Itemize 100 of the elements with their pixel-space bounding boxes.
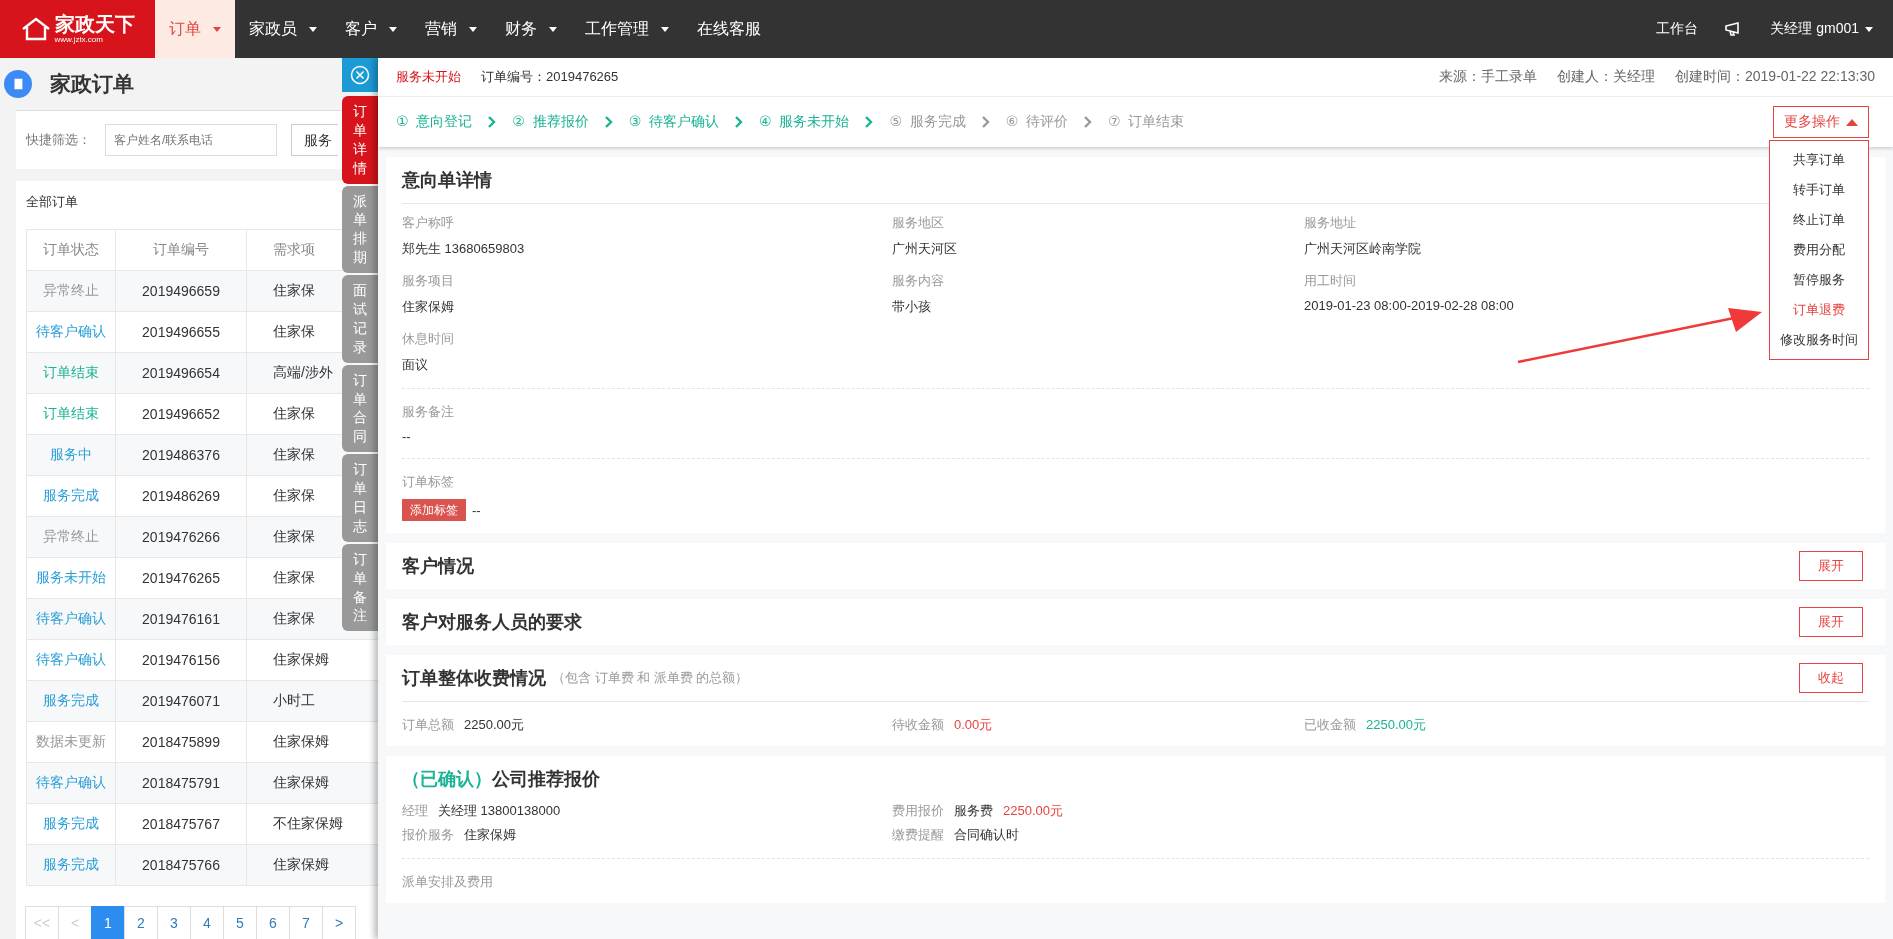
menu-item[interactable]: 转手订单 [1770, 175, 1868, 205]
nav-menu-item[interactable]: 客户 [331, 0, 411, 58]
page-link[interactable]: > [322, 906, 356, 939]
service-select[interactable]: 服务 [291, 124, 338, 156]
quote-label: 缴费提醒 [892, 826, 944, 844]
progress-step: ⑦ 订单结束 [1108, 113, 1185, 131]
status-cell[interactable]: 待客户确认 [26, 762, 116, 804]
search-field[interactable]: 客户姓名/联系电话 [105, 124, 277, 156]
add-tag-button[interactable]: 添加标签 [402, 499, 466, 521]
logo[interactable]: 家政天下 www.jztx.com [0, 0, 155, 58]
status-cell[interactable]: 服务中 [26, 434, 116, 476]
nav-menu-item[interactable]: 在线客服 [683, 0, 775, 58]
field-label: 订单标签 [402, 473, 454, 491]
progress-step: ⑤ 服务完成 [889, 113, 966, 131]
status-cell[interactable]: 待客户确认 [26, 639, 116, 681]
side-tab[interactable]: 订单日志 [342, 454, 378, 542]
side-tab[interactable]: 订单备注 [342, 543, 378, 632]
more-actions-button[interactable]: 更多操作 [1773, 106, 1869, 138]
side-tab[interactable]: 订单合同 [342, 364, 378, 453]
table-cell: 2019496659 [115, 270, 247, 312]
status-cell[interactable]: 异常终止 [26, 516, 116, 558]
field-label: 服务项目 [402, 272, 454, 290]
field-label: 服务地区 [892, 214, 944, 232]
section-title: 客户情况 [402, 555, 474, 578]
field-value: 广州天河区 [892, 240, 957, 258]
progress-step: ① 意向登记 [396, 113, 473, 131]
section-title: 客户对服务人员的要求 [402, 611, 582, 634]
quote-value-prefix: 服务费 [954, 802, 993, 820]
logo-url: www.jztx.com [54, 35, 104, 45]
table-cell: 2018475767 [115, 803, 247, 845]
field-label: 用工时间 [1304, 272, 1356, 290]
side-tab[interactable]: 订单详情 [342, 96, 378, 184]
nav-menu-item[interactable]: 营销 [411, 0, 491, 58]
expand-button[interactable]: 展开 [1799, 607, 1863, 637]
page-link[interactable]: 1 [91, 906, 125, 939]
nav-menu-item[interactable]: 家政员 [235, 0, 331, 58]
order-number: 订单编号：2019476265 [481, 68, 619, 86]
chevron-icon [488, 116, 497, 128]
menu-item[interactable]: 共享订单 [1770, 145, 1868, 175]
quote-value: 关经理 13800138000 [438, 802, 561, 820]
field-label: 服务内容 [892, 272, 944, 290]
field-value: 郑先生 13680659803 [402, 240, 525, 258]
table-cell: 2019496652 [115, 393, 247, 435]
amount-label: 待收金额 [892, 716, 944, 734]
quote-label: 费用报价 [892, 802, 944, 820]
table-cell: 2019476156 [115, 639, 247, 681]
menu-item[interactable]: 费用分配 [1770, 235, 1868, 265]
field-value: 面议 [402, 356, 428, 374]
progress-step: ③ 待客户确认 [628, 113, 720, 131]
page-link[interactable]: 2 [124, 906, 158, 939]
table-cell: 2019496654 [115, 352, 247, 394]
status-cell[interactable]: 服务未开始 [26, 557, 116, 599]
side-tab[interactable]: 面试记录 [342, 275, 378, 363]
nav-menu-item[interactable]: 财务 [491, 0, 571, 58]
progress-step: ④ 服务未开始 [759, 113, 850, 131]
status-cell[interactable]: 待客户确认 [26, 311, 116, 353]
collapse-button[interactable]: 收起 [1799, 663, 1863, 693]
table-cell: 2019496655 [115, 311, 247, 353]
status-cell[interactable]: 待客户确认 [26, 598, 116, 640]
menu-item[interactable]: 暂停服务 [1770, 265, 1868, 295]
nav-menu-item[interactable]: 工作管理 [571, 0, 683, 58]
status-cell[interactable]: 订单结束 [26, 393, 116, 435]
progress-step: ⑥ 待评价 [1005, 113, 1069, 131]
status-cell[interactable]: 异常终止 [26, 270, 116, 312]
table-cell: 2019486269 [115, 475, 247, 517]
field-value: -- [472, 502, 481, 518]
nav-menu-item[interactable]: 订单 [155, 0, 235, 58]
table-cell: 2019476265 [115, 557, 247, 599]
column-header: 订单编号 [115, 229, 247, 271]
table-cell: 2019476266 [115, 516, 247, 558]
user-menu[interactable]: 关经理 gm001 [1770, 20, 1873, 38]
table-cell: 2019476161 [115, 598, 247, 640]
status-cell[interactable]: 数据未更新 [26, 721, 116, 763]
menu-item[interactable]: 终止订单 [1770, 205, 1868, 235]
expand-button[interactable]: 展开 [1799, 551, 1863, 581]
status-cell[interactable]: 服务完成 [26, 475, 116, 517]
close-button[interactable] [342, 58, 378, 92]
field-label: 休息时间 [402, 330, 454, 348]
status-cell[interactable]: 服务完成 [26, 680, 116, 722]
filter-label: 快捷筛选： [26, 131, 91, 149]
table-cell: 2019486376 [115, 434, 247, 476]
table-cell: 2018475791 [115, 762, 247, 804]
status-cell[interactable]: 服务完成 [26, 803, 116, 845]
order-source: 来源：手工录单 [1439, 68, 1537, 86]
status-cell[interactable]: 订单结束 [26, 352, 116, 394]
workbench-link[interactable]: 工作台 [1656, 20, 1699, 38]
menu-item[interactable]: 修改服务时间 [1770, 325, 1868, 355]
chevron-icon [1084, 116, 1093, 128]
side-tab[interactable]: 派单排期 [342, 185, 378, 274]
amount-value: 0.00元 [954, 716, 993, 734]
field-value: 2019-01-23 08:00-2019-02-28 08:00 [1304, 298, 1514, 313]
amount-label: 已收金额 [1304, 716, 1356, 734]
status-cell[interactable]: 服务完成 [26, 844, 116, 886]
field-value: 带小孩 [892, 298, 931, 316]
section-title: 公司推荐报价 [492, 768, 600, 791]
section-note: （包含 订单费 和 派单费 的总额） [552, 669, 749, 687]
order-created-time: 创建时间：2019-01-22 22:13:30 [1675, 68, 1875, 86]
table-cell: 2018475766 [115, 844, 247, 886]
progress-step: ② 推荐报价 [512, 113, 589, 131]
menu-item[interactable]: 订单退费 [1770, 295, 1868, 325]
